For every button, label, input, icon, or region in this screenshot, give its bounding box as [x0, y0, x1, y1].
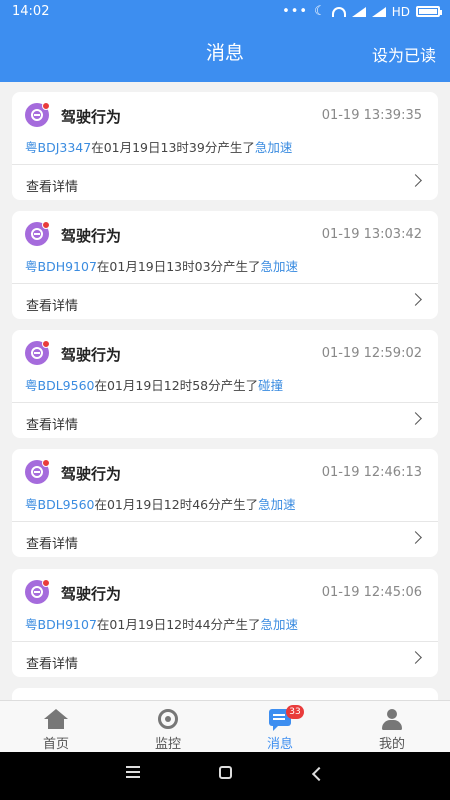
divider — [12, 402, 438, 403]
unread-dot — [42, 221, 50, 229]
message-time: 01-19 12:45:06 — [321, 585, 422, 600]
tab-home[interactable]: 首页 — [0, 701, 112, 753]
tab-me[interactable]: 我的 — [336, 701, 448, 753]
message-card[interactable]: 驾驶行为 01-19 13:39:35 粤BDJ3347在01月19日13时39… — [12, 92, 438, 200]
chevron-right-icon[interactable] — [409, 651, 422, 664]
view-details-link[interactable]: 查看详情 — [26, 653, 78, 672]
message-description: 粤BDL9560在01月19日12时46分产生了急加速 — [25, 494, 296, 513]
menu-icon[interactable] — [126, 766, 140, 778]
signal-icon-2 — [371, 6, 386, 17]
message-card[interactable]: 驾驶行为 01-19 12:45:06 粤BDH9107在01月19日12时44… — [12, 569, 438, 677]
message-description: 粤BDH9107在01月19日13时03分产生了急加速 — [25, 256, 298, 275]
event-type: 碰撞 — [258, 378, 284, 393]
event-type: 急加速 — [260, 617, 299, 632]
chevron-right-icon[interactable] — [409, 174, 422, 187]
divider — [12, 641, 438, 642]
message-title: 驾驶行为 — [61, 585, 122, 603]
unread-count-badge: 33 — [286, 705, 304, 719]
tab-label: 监控 — [154, 737, 181, 752]
message-card[interactable]: 驾驶行为 01-19 12:59:02 粤BDL9560在01月19日12时58… — [12, 330, 438, 438]
tab-label: 我的 — [378, 737, 405, 752]
message-time: 01-19 13:39:35 — [321, 108, 422, 123]
unread-dot — [42, 459, 50, 467]
message-text: 在01月19日12时44分产生了 — [96, 617, 261, 632]
monitor-icon — [158, 709, 178, 729]
message-description: 粤BDH9107在01月19日12时44分产生了急加速 — [25, 614, 298, 633]
divider — [12, 521, 438, 522]
moon-icon: ☾ — [314, 4, 326, 19]
event-type: 急加速 — [260, 259, 299, 274]
view-details-link[interactable]: 查看详情 — [26, 533, 78, 552]
tab-label: 首页 — [42, 737, 69, 752]
message-text: 在01月19日13时39分产生了 — [91, 140, 255, 155]
more-dots-icon: ••• — [282, 4, 309, 19]
message-title: 驾驶行为 — [61, 108, 122, 126]
network-type: HD — [391, 4, 410, 19]
home-square-icon[interactable] — [219, 766, 232, 779]
plate-number: 粤BDH9107 — [25, 259, 97, 274]
plate-number: 粤BDL9560 — [25, 497, 95, 512]
status-time: 14:02 — [12, 4, 50, 19]
message-list[interactable]: 驾驶行为 01-19 13:39:35 粤BDJ3347在01月19日13时39… — [0, 82, 450, 700]
signal-icon — [351, 6, 366, 17]
divider — [12, 164, 438, 165]
tab-messages[interactable]: 33 消息 — [224, 701, 336, 753]
bottom-tab-bar: 首页 监控 33 消息 我的 — [0, 700, 450, 752]
home-icon — [44, 709, 68, 729]
message-text: 在01月19日12时58分产生了 — [94, 378, 259, 393]
message-text: 在01月19日13时03分产生了 — [96, 259, 261, 274]
unread-dot — [42, 102, 50, 110]
steering-wheel-icon — [25, 102, 50, 127]
message-time: 01-19 12:46:13 — [321, 465, 422, 480]
unread-dot — [42, 579, 50, 587]
tab-label: 消息 — [266, 737, 293, 752]
system-nav-bar — [0, 752, 450, 800]
message-description: 粤BDJ3347在01月19日13时39分产生了急加速 — [25, 137, 292, 156]
message-title: 驾驶行为 — [61, 465, 122, 483]
chevron-right-icon[interactable] — [409, 293, 422, 306]
plate-number: 粤BDL9560 — [25, 378, 95, 393]
message-time: 01-19 12:59:02 — [321, 346, 422, 361]
message-title: 驾驶行为 — [61, 346, 122, 364]
steering-wheel-icon — [25, 221, 50, 246]
event-type: 急加速 — [258, 497, 296, 512]
message-description: 粤BDL9560在01月19日12时58分产生了碰撞 — [25, 375, 283, 394]
message-text: 在01月19日12时46分产生了 — [94, 497, 259, 512]
status-icons: ••• ☾ HD — [282, 4, 442, 19]
message-time: 01-19 13:03:42 — [321, 227, 422, 242]
mark-read-button[interactable]: 设为已读 — [372, 42, 436, 66]
chevron-right-icon[interactable] — [409, 412, 422, 425]
back-icon[interactable] — [311, 766, 327, 782]
person-icon — [381, 709, 403, 731]
view-details-link[interactable]: 查看详情 — [26, 295, 78, 314]
message-title: 驾驶行为 — [61, 227, 122, 245]
message-card[interactable]: 驾驶行为 01-19 13:03:42 粤BDH9107在01月19日13时03… — [12, 211, 438, 319]
steering-wheel-icon — [25, 340, 50, 365]
battery-icon — [416, 6, 442, 17]
view-details-link[interactable]: 查看详情 — [26, 414, 78, 433]
unread-dot — [42, 340, 50, 348]
tab-monitor[interactable]: 监控 — [112, 701, 224, 753]
steering-wheel-icon — [25, 459, 50, 484]
message-card-partial[interactable] — [12, 688, 438, 700]
wifi-icon — [331, 6, 346, 17]
status-bar: 14:02 ••• ☾ HD — [0, 0, 450, 24]
plate-number: 粤BDH9107 — [25, 617, 97, 632]
chevron-right-icon[interactable] — [409, 531, 422, 544]
top-bar: 14:02 ••• ☾ HD 消息 设为已读 — [0, 0, 450, 82]
event-type: 急加速 — [254, 140, 293, 155]
message-card[interactable]: 驾驶行为 01-19 12:46:13 粤BDL9560在01月19日12时46… — [12, 449, 438, 557]
plate-number: 粤BDJ3347 — [25, 140, 92, 155]
steering-wheel-icon — [25, 579, 50, 604]
divider — [12, 283, 438, 284]
view-details-link[interactable]: 查看详情 — [26, 176, 78, 195]
